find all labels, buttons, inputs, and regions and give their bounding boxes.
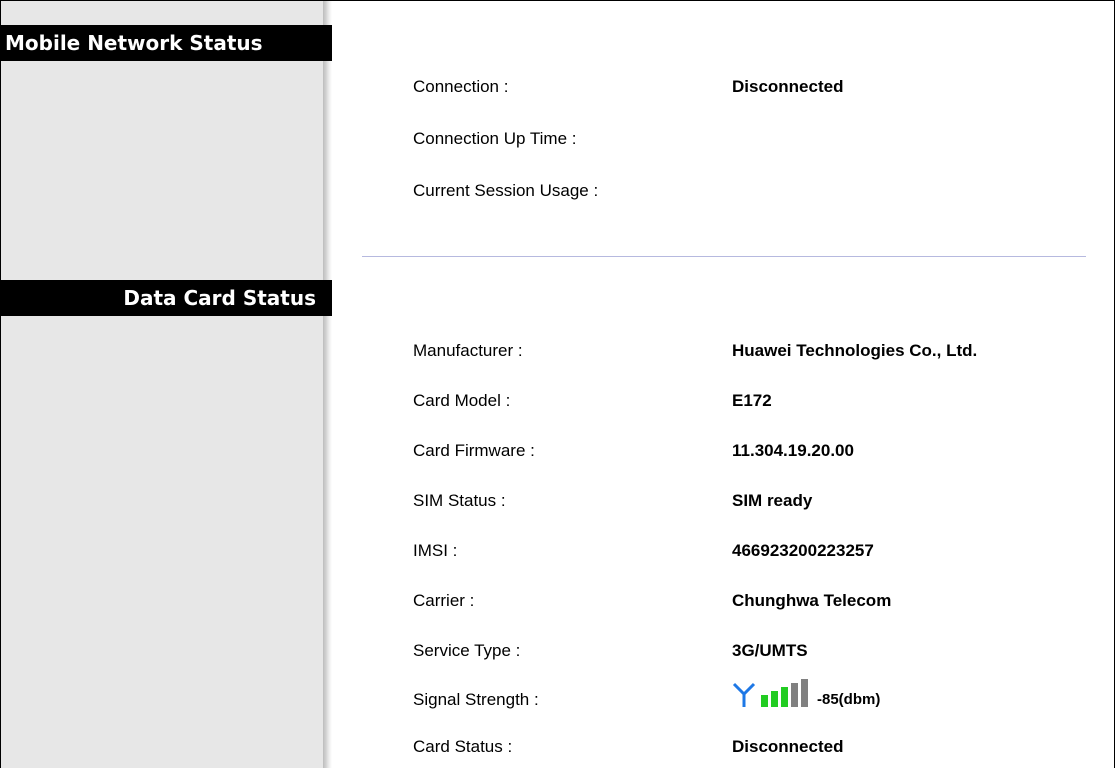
connection-label: Connection : bbox=[413, 77, 509, 96]
carrier-value: Chunghwa Telecom bbox=[732, 591, 892, 610]
card-status-value: Disconnected bbox=[732, 737, 844, 756]
signal-bar bbox=[801, 679, 808, 707]
manufacturer-value: Huawei Technologies Co., Ltd. bbox=[732, 341, 978, 360]
card-model-value: E172 bbox=[732, 391, 772, 410]
card-status-label: Card Status : bbox=[413, 737, 513, 756]
carrier-label: Carrier : bbox=[413, 591, 475, 610]
connection-value: Disconnected bbox=[732, 77, 844, 96]
card-model-label: Card Model : bbox=[413, 391, 511, 410]
signal-bar bbox=[771, 691, 778, 707]
mobile-network-status-header: Mobile Network Status bbox=[1, 25, 332, 61]
service-type-label: Service Type : bbox=[413, 641, 521, 660]
sim-status-label: SIM Status : bbox=[413, 491, 506, 510]
signal-strength-indicator: -85(dbm) bbox=[732, 679, 972, 713]
antenna-icon bbox=[732, 682, 756, 707]
section-divider bbox=[362, 256, 1086, 257]
signal-strength-label: Signal Strength : bbox=[413, 690, 539, 709]
card-firmware-label: Card Firmware : bbox=[413, 441, 535, 460]
connection-uptime-label: Connection Up Time : bbox=[413, 129, 577, 148]
imsi-label: IMSI : bbox=[413, 541, 458, 560]
imsi-value: 466923200223257 bbox=[732, 541, 874, 560]
sidebar bbox=[1, 1, 323, 768]
sidebar-edge bbox=[323, 1, 332, 768]
signal-strength-value: -85(dbm) bbox=[817, 691, 881, 708]
signal-bar bbox=[791, 683, 798, 707]
sim-status-value: SIM ready bbox=[732, 491, 813, 510]
service-type-value: 3G/UMTS bbox=[732, 641, 808, 660]
signal-bar bbox=[781, 687, 788, 707]
card-firmware-value: 11.304.19.20.00 bbox=[732, 441, 854, 460]
manufacturer-label: Manufacturer : bbox=[413, 341, 523, 360]
signal-bar bbox=[761, 695, 768, 707]
session-usage-label: Current Session Usage : bbox=[413, 181, 599, 200]
data-card-status-header: Data Card Status bbox=[1, 280, 332, 316]
